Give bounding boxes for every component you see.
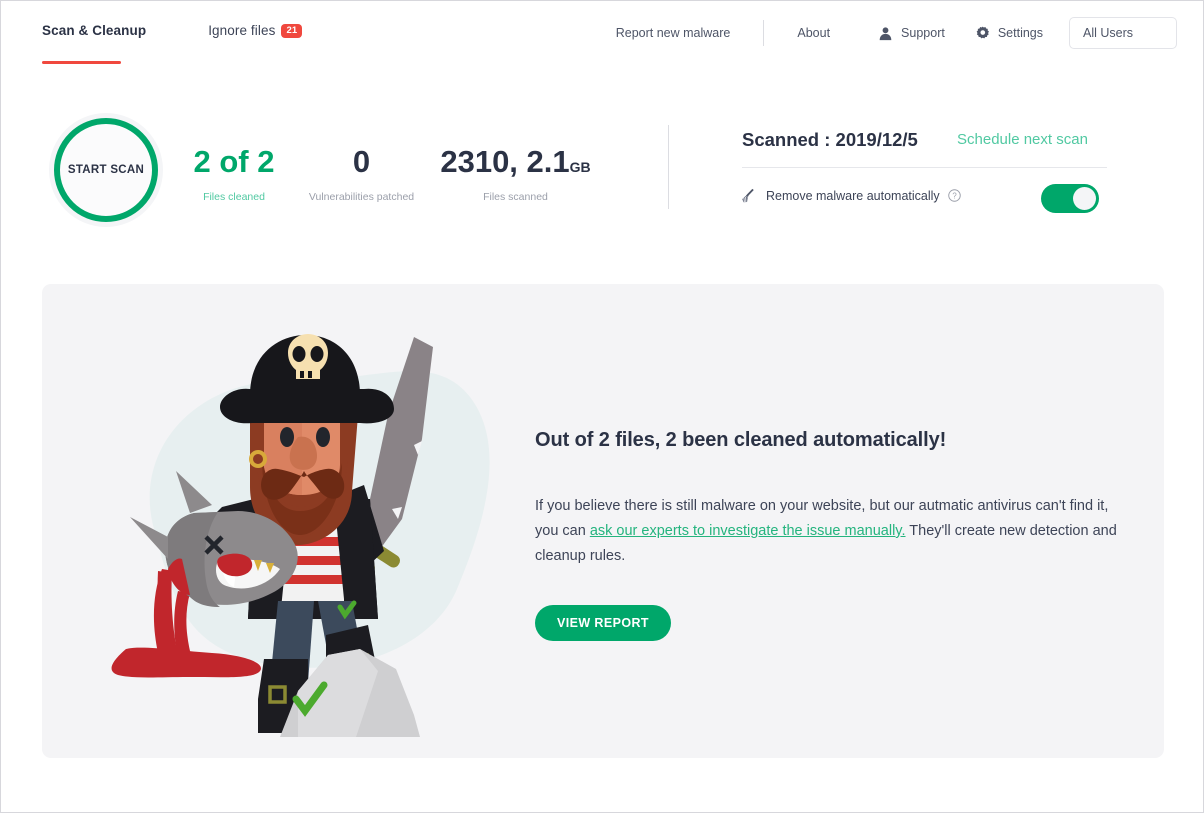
investigate-manually-link[interactable]: ask our experts to investigate the issue… (590, 523, 906, 539)
stat-vulnerabilities-patched-label: Vulnerabilities patched (308, 191, 415, 203)
auto-remove-toggle-knob (1073, 187, 1096, 210)
nav-report-new-malware[interactable]: Report new malware (616, 26, 731, 40)
stats-panel-divider (668, 125, 669, 209)
stat-files-scanned-unit: GB (569, 159, 591, 175)
pirate-illustration (102, 319, 522, 739)
start-scan-label: START SCAN (67, 164, 145, 176)
user-scope-selector[interactable]: All Users (1069, 17, 1177, 49)
start-scan-button[interactable]: START SCAN (54, 118, 158, 222)
nav-about[interactable]: About (797, 26, 830, 40)
panel-divider (742, 167, 1107, 168)
nav-settings[interactable]: Settings (975, 26, 1043, 41)
app-window: Scan & Cleanup Ignore files 21 Report new… (0, 0, 1204, 813)
gear-icon (975, 26, 990, 41)
start-scan-control: START SCAN (49, 113, 163, 227)
nav-settings-label: Settings (997, 26, 1043, 40)
stat-files-scanned: 2310, 2.1GB Files scanned (428, 146, 603, 203)
tab-ignore-files-label: Ignore files (208, 23, 276, 38)
last-scanned-title: Scanned : 2019/12/5 (742, 129, 918, 150)
stat-vulnerabilities-patched-value: 0 (352, 144, 371, 179)
nav-report-new-malware-label: Report new malware (615, 26, 731, 40)
auto-remove-row: Remove malware automatically ? (740, 187, 961, 204)
help-circle-icon[interactable]: ? (947, 189, 961, 202)
schedule-next-scan-link[interactable]: Schedule next scan (957, 131, 1088, 148)
primary-tabs: Scan & Cleanup Ignore files 21 (42, 23, 303, 64)
view-report-button[interactable]: VIEW REPORT (535, 605, 671, 641)
auto-remove-toggle[interactable] (1041, 184, 1099, 213)
user-icon (878, 26, 893, 41)
stat-files-cleaned: 2 of 2 Files cleaned (164, 146, 304, 203)
result-heading: Out of 2 files, 2 been cleaned automatic… (535, 429, 947, 451)
broom-icon (740, 187, 757, 204)
tab-scan-cleanup-label: Scan & Cleanup (42, 23, 147, 38)
result-card: Out of 2 files, 2 been cleaned automatic… (42, 284, 1164, 758)
svg-text:?: ? (952, 191, 957, 200)
tab-ignore-files[interactable]: Ignore files 21 (208, 23, 303, 42)
stat-vulnerabilities-patched: 0 Vulnerabilities patched (289, 146, 434, 203)
nav-divider (763, 20, 765, 46)
result-content: Out of 2 files, 2 been cleaned automatic… (535, 429, 1135, 641)
stat-files-scanned-number: 2310, 2.1 (440, 144, 570, 179)
nav-support[interactable]: Support (878, 26, 945, 41)
auto-remove-label: Remove malware automatically (766, 188, 940, 203)
stat-files-cleaned-value: 2 of 2 (193, 144, 275, 179)
tab-scan-cleanup[interactable]: Scan & Cleanup (42, 23, 147, 64)
stat-files-cleaned-label: Files cleaned (203, 191, 265, 203)
nav-about-label: About (797, 26, 831, 40)
tab-active-underline (42, 61, 121, 64)
nav-support-label: Support (901, 26, 945, 40)
top-navigation: Scan & Cleanup Ignore files 21 Report new… (1, 1, 1203, 65)
user-scope-selector-value: All Users (1083, 26, 1134, 40)
result-paragraph: If you believe there is still malware on… (535, 494, 1135, 569)
stat-files-scanned-value: 2310, 2.1GB (428, 146, 603, 177)
ignore-files-count-badge: 21 (281, 24, 303, 38)
secondary-navigation: Report new malware About Support Setting… (616, 17, 1177, 49)
stat-files-scanned-label: Files scanned (483, 191, 548, 203)
